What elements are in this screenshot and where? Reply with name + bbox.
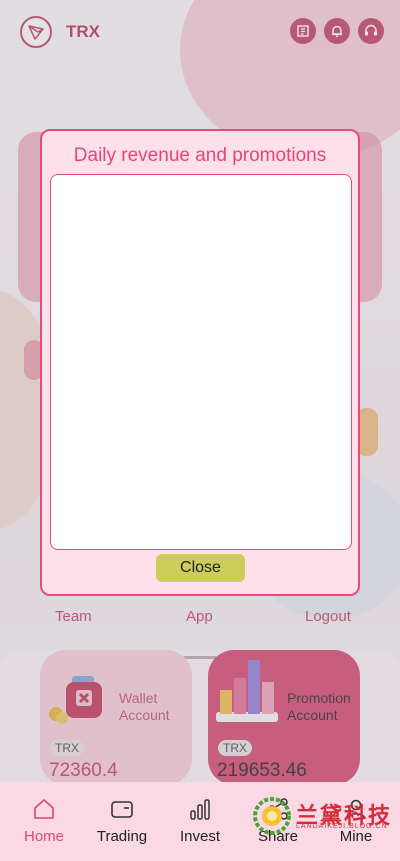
bar-chart-icon	[188, 796, 212, 822]
nav-label: Home	[23, 828, 64, 845]
modal-content-area[interactable]	[50, 174, 352, 550]
home-icon	[32, 796, 56, 822]
nav-home[interactable]: Home	[4, 782, 84, 861]
nav-invest[interactable]: Invest	[160, 782, 240, 861]
wallet-icon	[110, 796, 134, 822]
nav-trading[interactable]: Trading	[82, 782, 162, 861]
wreath-logo-icon	[253, 797, 291, 835]
nav-label: Invest	[179, 828, 221, 845]
modal-title: Daily revenue and promotions	[73, 145, 327, 166]
close-button[interactable]: Close	[156, 554, 245, 582]
watermark-subtext: LANDAIKEJI.BLOG.CN	[296, 823, 388, 830]
promotions-modal: Daily revenue and promotions Close	[40, 129, 360, 596]
nav-label: Trading	[96, 828, 148, 845]
watermark: 兰黛科技 LANDAIKEJI.BLOG.CN	[252, 796, 400, 836]
